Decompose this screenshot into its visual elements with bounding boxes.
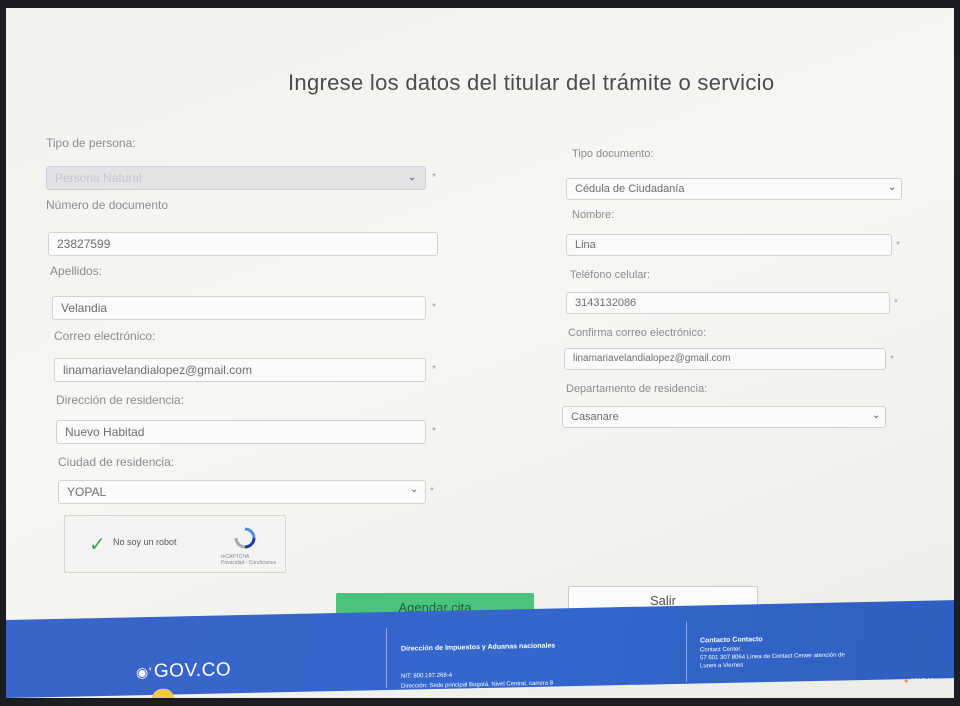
direccion-input[interactable]: Nuevo Habitad	[56, 420, 426, 444]
footer-divider	[386, 628, 387, 689]
required-mark: *	[432, 172, 436, 183]
nombre-input[interactable]: Lina	[566, 234, 892, 256]
required-mark: *	[432, 302, 436, 313]
apellidos-input[interactable]: Velandia	[52, 296, 426, 320]
correo-label: Correo electrónico:	[54, 329, 156, 343]
numero-documento-input[interactable]: 23827599	[48, 232, 438, 256]
footer-divider	[686, 621, 687, 682]
recaptcha-icon	[234, 527, 256, 549]
apellidos-label: Apellidos:	[50, 264, 103, 278]
chevron-down-icon: ⌄	[410, 484, 419, 495]
required-mark: *	[432, 364, 436, 375]
departamento-label: Departamento de residencia:	[566, 383, 708, 395]
confirma-correo-label: Confirma correo electrónico:	[568, 327, 707, 339]
page-title: Ingrese los datos del titular del trámit…	[288, 70, 775, 95]
weather-text: 18°C Ma	[910, 678, 938, 685]
taskbar-weather[interactable]: ● 18°C Ma	[904, 678, 938, 685]
departamento-select[interactable]: Casanare	[562, 406, 886, 428]
required-mark: *	[430, 486, 434, 497]
govco-mark-icon: ◉'	[136, 663, 152, 681]
footer-contact-title: Contacto Contacto	[700, 636, 763, 645]
tipo-persona-select[interactable]: Persona Natural	[46, 166, 426, 190]
confirma-correo-input[interactable]: linamariavelandialopez@gmail.com	[564, 348, 886, 370]
chevron-down-icon: ⌄	[872, 410, 881, 421]
ciudad-label: Ciudad de residencia:	[58, 455, 175, 469]
weather-icon: ●	[904, 678, 909, 685]
ciudad-select[interactable]: YOPAL	[58, 480, 426, 504]
recaptcha-widget[interactable]: ✓ No soy un robot reCAPTCHA Privacidad - …	[64, 515, 286, 573]
check-icon[interactable]: ✓	[89, 532, 106, 557]
required-mark: *	[890, 354, 894, 365]
footer-contact-line: 57 601 307 8064 Línea de Contact Center …	[700, 652, 845, 662]
recaptcha-brand: reCAPTCHA Privacidad - Condiciones	[221, 554, 277, 566]
footer-address: Dirección: Sede principal Bogotá. Nivel …	[401, 680, 554, 690]
required-mark: *	[432, 426, 436, 437]
telefono-label: Teléfono celular:	[570, 269, 651, 281]
captcha-label: No soy un robot	[113, 537, 177, 547]
chevron-down-icon: ⌄	[408, 172, 417, 183]
browser-viewport: Ingrese los datos del titular del trámit…	[6, 8, 954, 698]
telefono-input[interactable]: 3143132086	[566, 292, 890, 314]
footer-nit: NIT: 800.197.268-4	[401, 672, 453, 680]
badge-icon	[152, 688, 174, 698]
site-footer: ◉' GOV.CO Dirección de Impuestos y Aduana…	[6, 600, 954, 698]
required-mark: *	[896, 240, 900, 251]
tipo-documento-select[interactable]: Cédula de Ciudadanía	[566, 178, 902, 200]
nombre-label: Nombre:	[572, 209, 615, 221]
footer-entity-title: Dirección de Impuestos y Aduanas naciona…	[401, 642, 556, 653]
correo-input[interactable]: linamariavelandialopez@gmail.com	[54, 358, 426, 382]
numero-documento-label: Número de documento	[46, 198, 169, 212]
tipo-documento-label: Tipo documento:	[572, 148, 654, 160]
govco-logo[interactable]: ◉' GOV.CO	[136, 659, 231, 683]
direccion-label: Dirección de residencia:	[56, 393, 185, 407]
chevron-down-icon: ⌄	[888, 182, 897, 193]
tipo-persona-label: Tipo de persona:	[46, 136, 136, 150]
required-mark: *	[894, 298, 898, 309]
footer-contact-line2: Lunes a Viernes	[700, 662, 744, 670]
footer-contact-center: Contact Center	[700, 646, 741, 654]
